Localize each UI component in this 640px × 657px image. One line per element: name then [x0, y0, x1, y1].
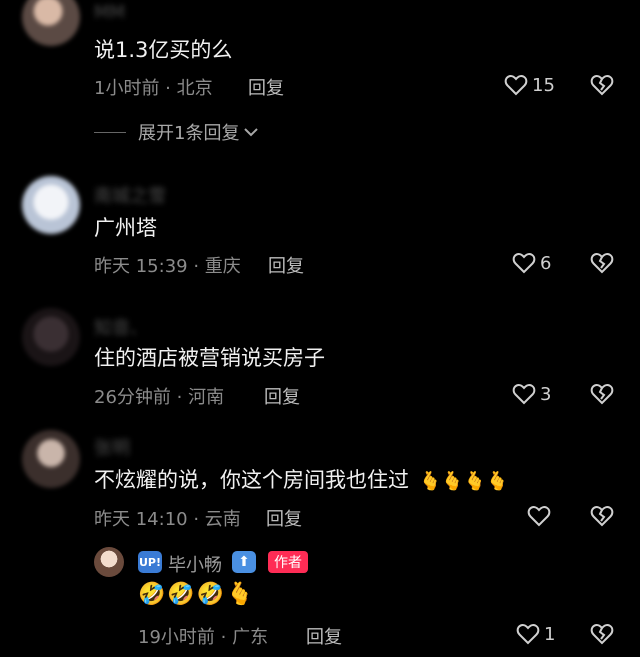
dislike-button[interactable]: [590, 252, 614, 274]
like-button[interactable]: 1: [516, 623, 555, 645]
reply-button[interactable]: 回复: [268, 252, 304, 278]
finger-heart-emoji-group: 🫰🫰🫰🫰: [419, 471, 509, 492]
comment-username[interactable]: MM: [94, 2, 125, 23]
chevron-down-icon: [243, 122, 259, 143]
comment-text: 不炫耀的说，你这个房间我也住过 🫰🫰🫰🫰: [94, 464, 509, 494]
reply-button[interactable]: 回复: [264, 383, 300, 409]
like-button[interactable]: 15: [504, 74, 555, 96]
author-tag: 作者: [268, 551, 308, 573]
like-count: 15: [532, 74, 555, 96]
broken-heart-icon: [590, 252, 614, 274]
heart-outline-icon: [504, 74, 528, 96]
comment-text-content: 不炫耀的说，你这个房间我也住过: [94, 468, 409, 492]
heart-outline-icon: [512, 252, 536, 274]
heart-outline-icon: [512, 383, 536, 405]
comment-text: 说1.3亿买的么: [94, 38, 233, 62]
arrow-up-icon: ⬆: [232, 551, 256, 573]
like-button[interactable]: 6: [512, 252, 551, 274]
reply-username[interactable]: 毕小畅: [168, 551, 222, 577]
heart-outline-icon: [527, 505, 551, 527]
dislike-button[interactable]: [590, 383, 614, 405]
like-count: 1: [544, 623, 556, 645]
comment-text: 广州塔: [94, 216, 157, 240]
up-badge: UP!: [138, 551, 162, 573]
broken-heart-icon: [590, 623, 614, 645]
dislike-button[interactable]: [590, 505, 614, 527]
like-count: 6: [540, 252, 552, 274]
broken-heart-icon: [590, 383, 614, 405]
reply-button[interactable]: 回复: [266, 505, 302, 531]
broken-heart-icon: [590, 505, 614, 527]
comment-meta: 昨天 14:10 · 云南: [94, 509, 241, 530]
dislike-button[interactable]: [590, 74, 614, 96]
comment-meta: 1小时前 · 北京: [94, 78, 213, 99]
comment-meta: 昨天 15:39 · 重庆: [94, 256, 241, 277]
reply-emojis: 🤣🤣🤣🫰: [138, 582, 256, 607]
reply-button[interactable]: 回复: [306, 623, 342, 649]
like-count: 3: [540, 383, 552, 405]
expand-replies-label: 展开1条回复: [138, 123, 240, 144]
comment-username[interactable]: 南城之雪: [94, 182, 166, 208]
heart-outline-icon: [516, 623, 540, 645]
like-button[interactable]: 3: [512, 383, 551, 405]
avatar[interactable]: [22, 0, 80, 46]
reply-button[interactable]: 回复: [248, 74, 284, 100]
reply-meta: 19小时前 · 广东: [138, 627, 269, 648]
comment-meta: 26分钟前 · 河南: [94, 387, 225, 408]
comment-username[interactable]: 知音、: [94, 314, 148, 340]
avatar[interactable]: [22, 308, 80, 366]
avatar[interactable]: [22, 430, 80, 488]
broken-heart-icon: [590, 74, 614, 96]
like-button[interactable]: [527, 505, 555, 527]
dislike-button[interactable]: [590, 623, 614, 645]
expand-replies-button[interactable]: 展开1条回复: [94, 119, 259, 145]
avatar[interactable]: [94, 547, 124, 577]
avatar[interactable]: [22, 176, 80, 234]
comment-text: 住的酒店被营销说买房子: [94, 346, 325, 370]
comment-username[interactable]: 张明: [94, 434, 130, 460]
divider: [94, 131, 126, 133]
